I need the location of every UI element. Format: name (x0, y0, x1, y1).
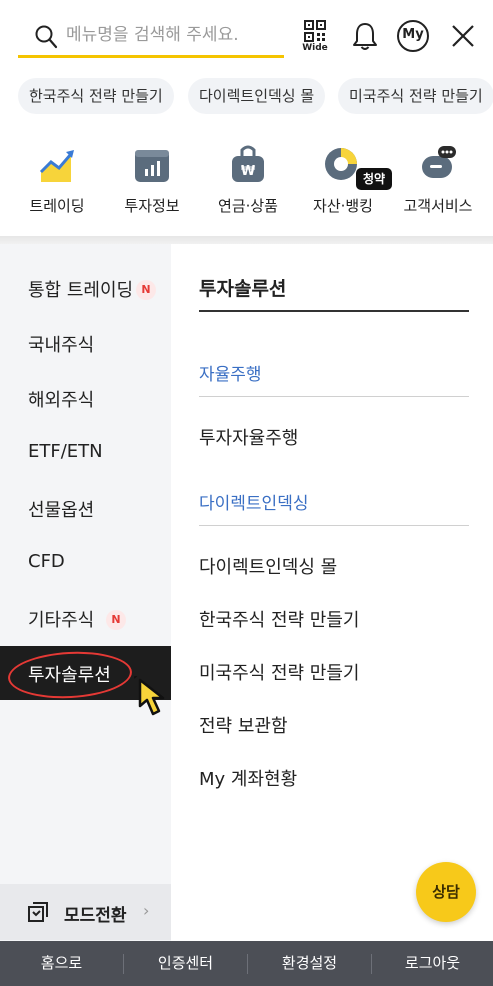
left-item-domestic-stock[interactable]: 국내주식 (0, 317, 171, 369)
left-item-futures-options[interactable]: 선물옵션 (0, 482, 171, 534)
my-label: My (402, 27, 424, 42)
search-icon[interactable] (34, 24, 58, 50)
quick-pension-products[interactable]: ₩ 연금·상품 (203, 132, 293, 224)
quick-invest-info[interactable]: 투자정보 (107, 132, 197, 224)
chat-bubble-icon (422, 146, 456, 178)
left-item-etf-etn[interactable]: ETF/ETN (0, 427, 171, 479)
group-divider (199, 396, 469, 397)
mode-switch-label: 모드전환 (64, 906, 127, 926)
submenu-item-invest-autonomous[interactable]: 투자자율주행 (199, 424, 298, 450)
qr-wide-button[interactable]: Wide (298, 16, 332, 56)
bar-chart-icon (135, 150, 169, 182)
bell-icon (353, 23, 377, 50)
left-menu: 통합 트레이딩 N 국내주식 해외주식 ETF/ETN 선물옵션 CFD 기타주… (0, 244, 171, 941)
chevron-right-icon: › (143, 901, 150, 920)
submenu-item-korea-strategy[interactable]: 한국주식 전략 만들기 (199, 606, 359, 632)
highlight-circle (6, 648, 134, 702)
left-item-label: 통합 트레이딩 (28, 280, 134, 301)
left-item-cfd[interactable]: CFD (0, 537, 171, 589)
search-input[interactable] (66, 20, 276, 50)
pointer-cursor-icon (134, 676, 165, 716)
footer-bar: 홈으로 인증센터 환경설정 로그아웃 (0, 941, 493, 986)
submenu-title-underline (199, 310, 469, 312)
left-item-label: 기타주식 (28, 610, 95, 631)
top-header: Wide My (0, 0, 493, 74)
svg-text:₩: ₩ (241, 164, 256, 179)
chart-up-icon (39, 150, 74, 182)
quick-trading[interactable]: 트레이딩 (12, 132, 102, 224)
quick-menu: 트레이딩 투자정보 ₩ 연금·상품 자산·뱅킹 고객서비스 (0, 132, 493, 232)
footer-logout[interactable]: 로그아웃 (372, 941, 493, 986)
close-icon (452, 25, 474, 47)
chip-us-strategy[interactable]: 미국주식 전략 만들기 (338, 78, 493, 114)
chip-direct-indexing-mall[interactable]: 다이렉트인덱싱 몰 (188, 78, 326, 114)
left-item-label: 국내주식 (28, 335, 95, 356)
mode-switch-icon (28, 902, 48, 922)
left-item-label: 해외주식 (28, 390, 95, 411)
submenu-item-us-strategy[interactable]: 미국주식 전략 만들기 (199, 659, 359, 685)
submenu-panel: 투자솔루션 자율주행 투자자율주행 다이렉트인덱싱 다이렉트인덱싱 몰 한국주식… (171, 244, 493, 941)
search-bar[interactable] (18, 14, 284, 58)
left-item-overseas-stock[interactable]: 해외주식 (0, 372, 171, 424)
new-badge: N (106, 610, 126, 630)
mode-switch[interactable]: 모드전환 › (0, 884, 171, 940)
chip-korea-strategy[interactable]: 한국주식 전략 만들기 (18, 78, 174, 114)
group-divider (199, 525, 469, 526)
quick-pension-products-label: 연금·상품 (218, 197, 278, 215)
won-bag-icon: ₩ (232, 145, 264, 182)
quick-customer-service-label: 고객서비스 (403, 197, 473, 215)
footer-home[interactable]: 홈으로 (0, 941, 123, 986)
left-item-label: ETF/ETN (28, 441, 103, 462)
submenu-item-direct-indexing-mall[interactable]: 다이렉트인덱싱 몰 (199, 553, 337, 579)
consult-button[interactable]: 상담 (416, 862, 476, 922)
quick-customer-service[interactable]: 고객서비스 (393, 132, 483, 224)
left-item-label: CFD (28, 551, 65, 572)
my-page-button[interactable]: My (396, 16, 430, 56)
submenu-item-strategy-box[interactable]: 전략 보관함 (199, 712, 288, 738)
footer-settings[interactable]: 환경설정 (248, 941, 371, 986)
group-heading-direct-indexing: 다이렉트인덱싱 (199, 494, 309, 514)
quick-trading-label: 트레이딩 (29, 197, 85, 215)
submenu-item-my-account[interactable]: My 계좌현황 (199, 765, 297, 791)
qr-code-icon (304, 19, 326, 42)
notification-button[interactable] (348, 16, 382, 56)
recent-chips: 한국주식 전략 만들기 다이렉트인덱싱 몰 미국주식 전략 만들기 (0, 78, 493, 118)
subscription-badge: 청약 (356, 168, 392, 190)
submenu-title: 투자솔루션 (199, 278, 287, 300)
group-heading-autonomous: 자율주행 (199, 365, 262, 385)
new-badge: N (136, 280, 156, 300)
left-item-label: 선물옵션 (28, 500, 95, 521)
left-item-other-stock[interactable]: 기타주식 N (0, 592, 171, 644)
quick-invest-info-label: 투자정보 (124, 197, 180, 215)
close-button[interactable] (446, 16, 480, 56)
footer-auth-center[interactable]: 인증센터 (124, 941, 247, 986)
left-item-integrated-trading[interactable]: 통합 트레이딩 N (0, 262, 171, 314)
qr-wide-label: Wide (302, 42, 328, 53)
quick-asset-banking-label: 자산·뱅킹 (313, 197, 373, 215)
